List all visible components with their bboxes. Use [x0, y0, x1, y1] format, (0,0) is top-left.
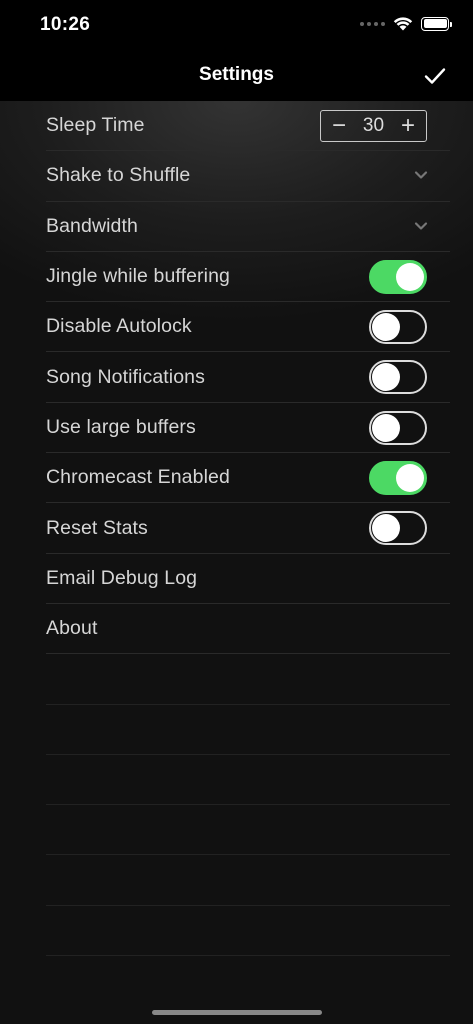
jingle-while-buffering-toggle[interactable] — [369, 259, 427, 294]
decrement-button[interactable]: − — [329, 114, 349, 138]
empty-row — [46, 855, 450, 906]
song-notifications-toggle[interactable] — [369, 360, 427, 395]
song-notifications-row: Song Notifications — [46, 352, 450, 403]
chromecast-enabled-label: Chromecast Enabled — [46, 466, 230, 489]
wifi-icon — [393, 17, 413, 31]
chromecast-enabled-row: Chromecast Enabled — [46, 453, 450, 504]
use-large-buffers-label: Use large buffers — [46, 415, 196, 438]
chromecast-enabled-toggle[interactable] — [369, 461, 427, 496]
battery-icon — [421, 16, 452, 31]
empty-row — [46, 705, 450, 755]
sleep-time-row: Sleep Time − 30 + — [46, 101, 450, 152]
shake-to-shuffle-label: Shake to Shuffle — [46, 164, 191, 187]
empty-row — [46, 755, 450, 806]
settings-list: Sleep Time − 30 + Shake to Shuffle Bandw… — [0, 101, 473, 1024]
song-notifications-label: Song Notifications — [46, 365, 205, 388]
increment-button[interactable]: + — [398, 114, 418, 138]
status-bar: 10:26 — [0, 0, 473, 50]
bandwidth-label: Bandwidth — [46, 214, 138, 237]
disable-autolock-label: Disable Autolock — [46, 315, 192, 338]
sleep-time-stepper: − 30 + — [320, 110, 427, 142]
sleep-time-label: Sleep Time — [46, 114, 145, 137]
disable-autolock-toggle[interactable] — [369, 310, 427, 345]
empty-row — [46, 805, 450, 856]
jingle-while-buffering-label: Jingle while buffering — [46, 265, 230, 288]
use-large-buffers-row: Use large buffers — [46, 403, 450, 454]
use-large-buffers-toggle[interactable] — [369, 410, 427, 445]
chevron-down-icon — [414, 171, 428, 179]
reset-stats-toggle[interactable] — [369, 511, 427, 546]
cellular-signal-icon — [360, 21, 385, 26]
reset-stats-label: Reset Stats — [46, 516, 148, 539]
status-icons — [360, 16, 452, 31]
checkmark-icon[interactable] — [423, 64, 447, 88]
chevron-down-icon — [414, 221, 428, 230]
jingle-while-buffering-row: Jingle while buffering — [46, 252, 450, 303]
about-label: About — [46, 617, 98, 640]
sleep-time-value: 30 — [362, 115, 385, 136]
email-debug-log-label: Email Debug Log — [46, 566, 198, 589]
page-title: Settings — [199, 64, 274, 85]
shake-to-shuffle-row[interactable]: Shake to Shuffle — [46, 151, 450, 202]
navigation-bar: Settings — [0, 50, 473, 101]
email-debug-log-row[interactable]: Email Debug Log — [46, 554, 450, 604]
empty-row — [46, 906, 450, 957]
reset-stats-row: Reset Stats — [46, 503, 450, 554]
home-indicator — [152, 1010, 322, 1015]
empty-row — [46, 654, 450, 705]
disable-autolock-row: Disable Autolock — [46, 302, 450, 353]
bandwidth-row[interactable]: Bandwidth — [46, 202, 450, 252]
about-row[interactable]: About — [46, 604, 450, 655]
status-time: 10:26 — [40, 14, 91, 35]
